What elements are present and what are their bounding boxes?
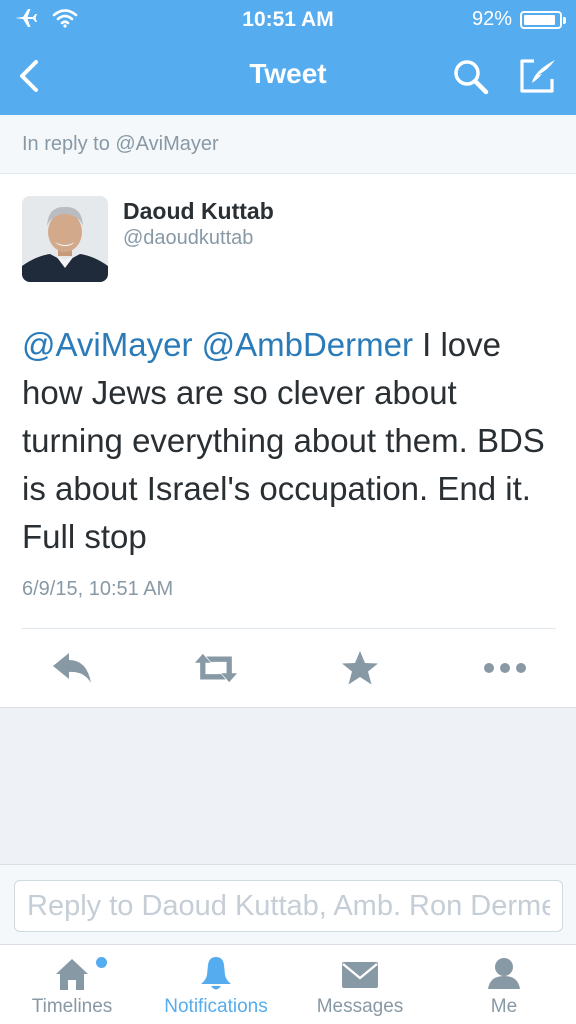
reply-context[interactable]: In reply to @AviMayer: [0, 115, 576, 174]
tweet-detail: Daoud Kuttab @daoudkuttab @AviMayer @Amb…: [0, 174, 576, 708]
envelope-icon: [342, 962, 378, 988]
tab-label: Messages: [316, 996, 404, 1017]
author-name[interactable]: Daoud Kuttab: [123, 198, 274, 225]
more-icon: [484, 663, 526, 673]
reply-input[interactable]: [14, 880, 563, 932]
tab-notifications[interactable]: Notifications: [144, 945, 288, 1024]
favorite-button[interactable]: [338, 646, 382, 690]
divider: [22, 628, 556, 629]
battery-percentage: 92%: [471, 8, 512, 30]
tab-messages[interactable]: Messages: [288, 945, 432, 1024]
battery-level: [524, 14, 556, 25]
tab-label: Notifications: [164, 996, 268, 1017]
retweet-button[interactable]: [194, 646, 238, 690]
mention-link[interactable]: @AmbDermer: [202, 326, 413, 363]
reply-icon: [53, 653, 91, 683]
star-icon: [342, 651, 378, 685]
mention-link[interactable]: @AviMayer: [22, 326, 192, 363]
status-bar: 10:51 AM 92%: [0, 0, 576, 38]
battery-icon: [520, 10, 566, 29]
person-icon: [488, 958, 520, 989]
unread-dot: [96, 957, 107, 968]
reply-button[interactable]: [50, 646, 94, 690]
tab-timelines[interactable]: Timelines: [0, 945, 144, 1024]
reply-bar: [0, 864, 576, 944]
tab-me[interactable]: Me: [432, 945, 576, 1024]
search-icon[interactable]: [452, 58, 490, 96]
profile-photo: [22, 196, 108, 282]
more-button[interactable]: [483, 646, 527, 690]
tab-label: Timelines: [31, 996, 113, 1017]
compose-icon[interactable]: [518, 57, 558, 95]
tweet-timestamp: 6/9/15, 10:51 AM: [22, 578, 174, 600]
tab-label: Me: [490, 996, 518, 1017]
bell-icon: [201, 957, 231, 990]
avatar[interactable]: [22, 196, 108, 282]
retweet-icon: [194, 653, 238, 683]
tab-bar: Timelines Notifications Messages Me: [0, 944, 576, 1024]
home-icon: [56, 959, 88, 990]
reply-context-text: In reply to @AviMayer: [22, 133, 219, 155]
tweet-text: @AviMayer @AmbDermer I love how Jews are…: [22, 321, 557, 561]
author-handle[interactable]: @daoudkuttab: [123, 227, 253, 250]
nav-bar: Tweet: [0, 38, 576, 115]
status-right: 92%: [471, 8, 566, 31]
tweet-actions: [0, 634, 576, 704]
